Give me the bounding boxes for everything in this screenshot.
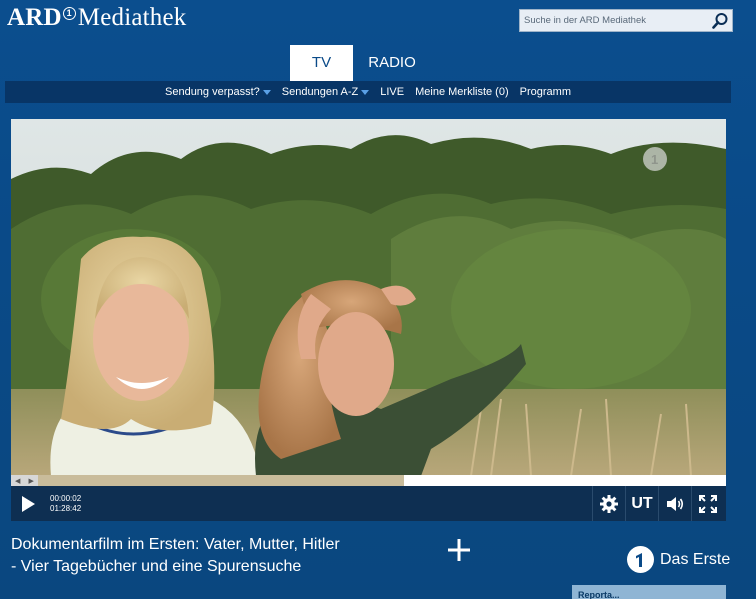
main-tabs: TV RADIO bbox=[290, 45, 431, 81]
play-icon[interactable] bbox=[19, 494, 37, 514]
teaser-card[interactable]: Reporta... bbox=[572, 585, 726, 599]
progress-buffer-fill bbox=[11, 475, 405, 486]
volume-button[interactable] bbox=[658, 486, 691, 521]
nav-programm-label: Programm bbox=[519, 86, 571, 98]
subtitles-label: UT bbox=[631, 494, 653, 512]
video-player: 1 ◀ ▶ 00:00:02 01:28:42 UT bbox=[11, 119, 726, 521]
nav-live-label: LIVE bbox=[380, 86, 405, 98]
logo-brand: ARD bbox=[7, 4, 62, 31]
channel-logo[interactable]: Das Erste bbox=[627, 546, 730, 573]
search-icon[interactable] bbox=[711, 12, 729, 30]
chevron-down-icon bbox=[262, 89, 271, 95]
sub-navigation: Sendung verpasst? Sendungen A-Z LIVE Mei… bbox=[5, 81, 731, 103]
svg-text:1: 1 bbox=[651, 152, 658, 167]
logo-reg-mark: 1 bbox=[62, 7, 76, 20]
progress-track[interactable] bbox=[11, 475, 726, 486]
das-erste-icon bbox=[627, 546, 654, 573]
search-input[interactable] bbox=[520, 10, 700, 31]
settings-button[interactable] bbox=[592, 486, 625, 521]
fullscreen-icon bbox=[699, 494, 717, 513]
search-box bbox=[519, 9, 733, 32]
nav-sendungen-az[interactable]: Sendungen A-Z bbox=[281, 86, 370, 98]
nav-merkliste-label: Meine Merkliste (0) bbox=[415, 86, 509, 98]
seek-forward-icon[interactable]: ▶ bbox=[29, 477, 34, 485]
nav-live[interactable]: LIVE bbox=[380, 86, 404, 98]
seek-step-buttons[interactable]: ◀ ▶ bbox=[11, 475, 38, 486]
tab-radio[interactable]: RADIO bbox=[353, 45, 431, 81]
fullscreen-button[interactable] bbox=[691, 486, 724, 521]
logo-suffix: Mediathek bbox=[77, 4, 187, 31]
gear-icon bbox=[600, 494, 618, 513]
video-frame[interactable]: 1 bbox=[11, 119, 726, 476]
ard-mediathek-logo[interactable]: ARD 1 Mediathek bbox=[7, 4, 186, 32]
nav-merkliste[interactable]: Meine Merkliste (0) bbox=[415, 86, 509, 98]
player-controls: 00:00:02 01:28:42 UT bbox=[11, 486, 726, 521]
nav-programm[interactable]: Programm bbox=[520, 86, 571, 98]
channel-name: Das Erste bbox=[660, 550, 731, 568]
teaser-label: Reporta... bbox=[578, 590, 620, 599]
time-display: 00:00:02 01:28:42 bbox=[50, 494, 81, 514]
tab-tv[interactable]: TV bbox=[290, 45, 353, 81]
time-elapsed: 00:00:02 bbox=[50, 494, 82, 503]
subtitles-button[interactable]: UT bbox=[625, 486, 658, 521]
add-to-watchlist-icon[interactable] bbox=[446, 537, 472, 563]
chevron-down-icon bbox=[361, 89, 370, 95]
nav-sendungen-az-label: Sendungen A-Z bbox=[281, 86, 359, 98]
video-title: Dokumentarfilm im Ersten: Vater, Mutter,… bbox=[11, 536, 340, 575]
nav-sendung-verpasst[interactable]: Sendung verpasst? bbox=[165, 86, 271, 98]
time-duration: 01:28:42 bbox=[50, 504, 82, 513]
speaker-icon bbox=[667, 496, 684, 511]
nav-sendung-verpasst-label: Sendung verpasst? bbox=[165, 86, 260, 98]
seek-back-icon[interactable]: ◀ bbox=[15, 477, 20, 485]
